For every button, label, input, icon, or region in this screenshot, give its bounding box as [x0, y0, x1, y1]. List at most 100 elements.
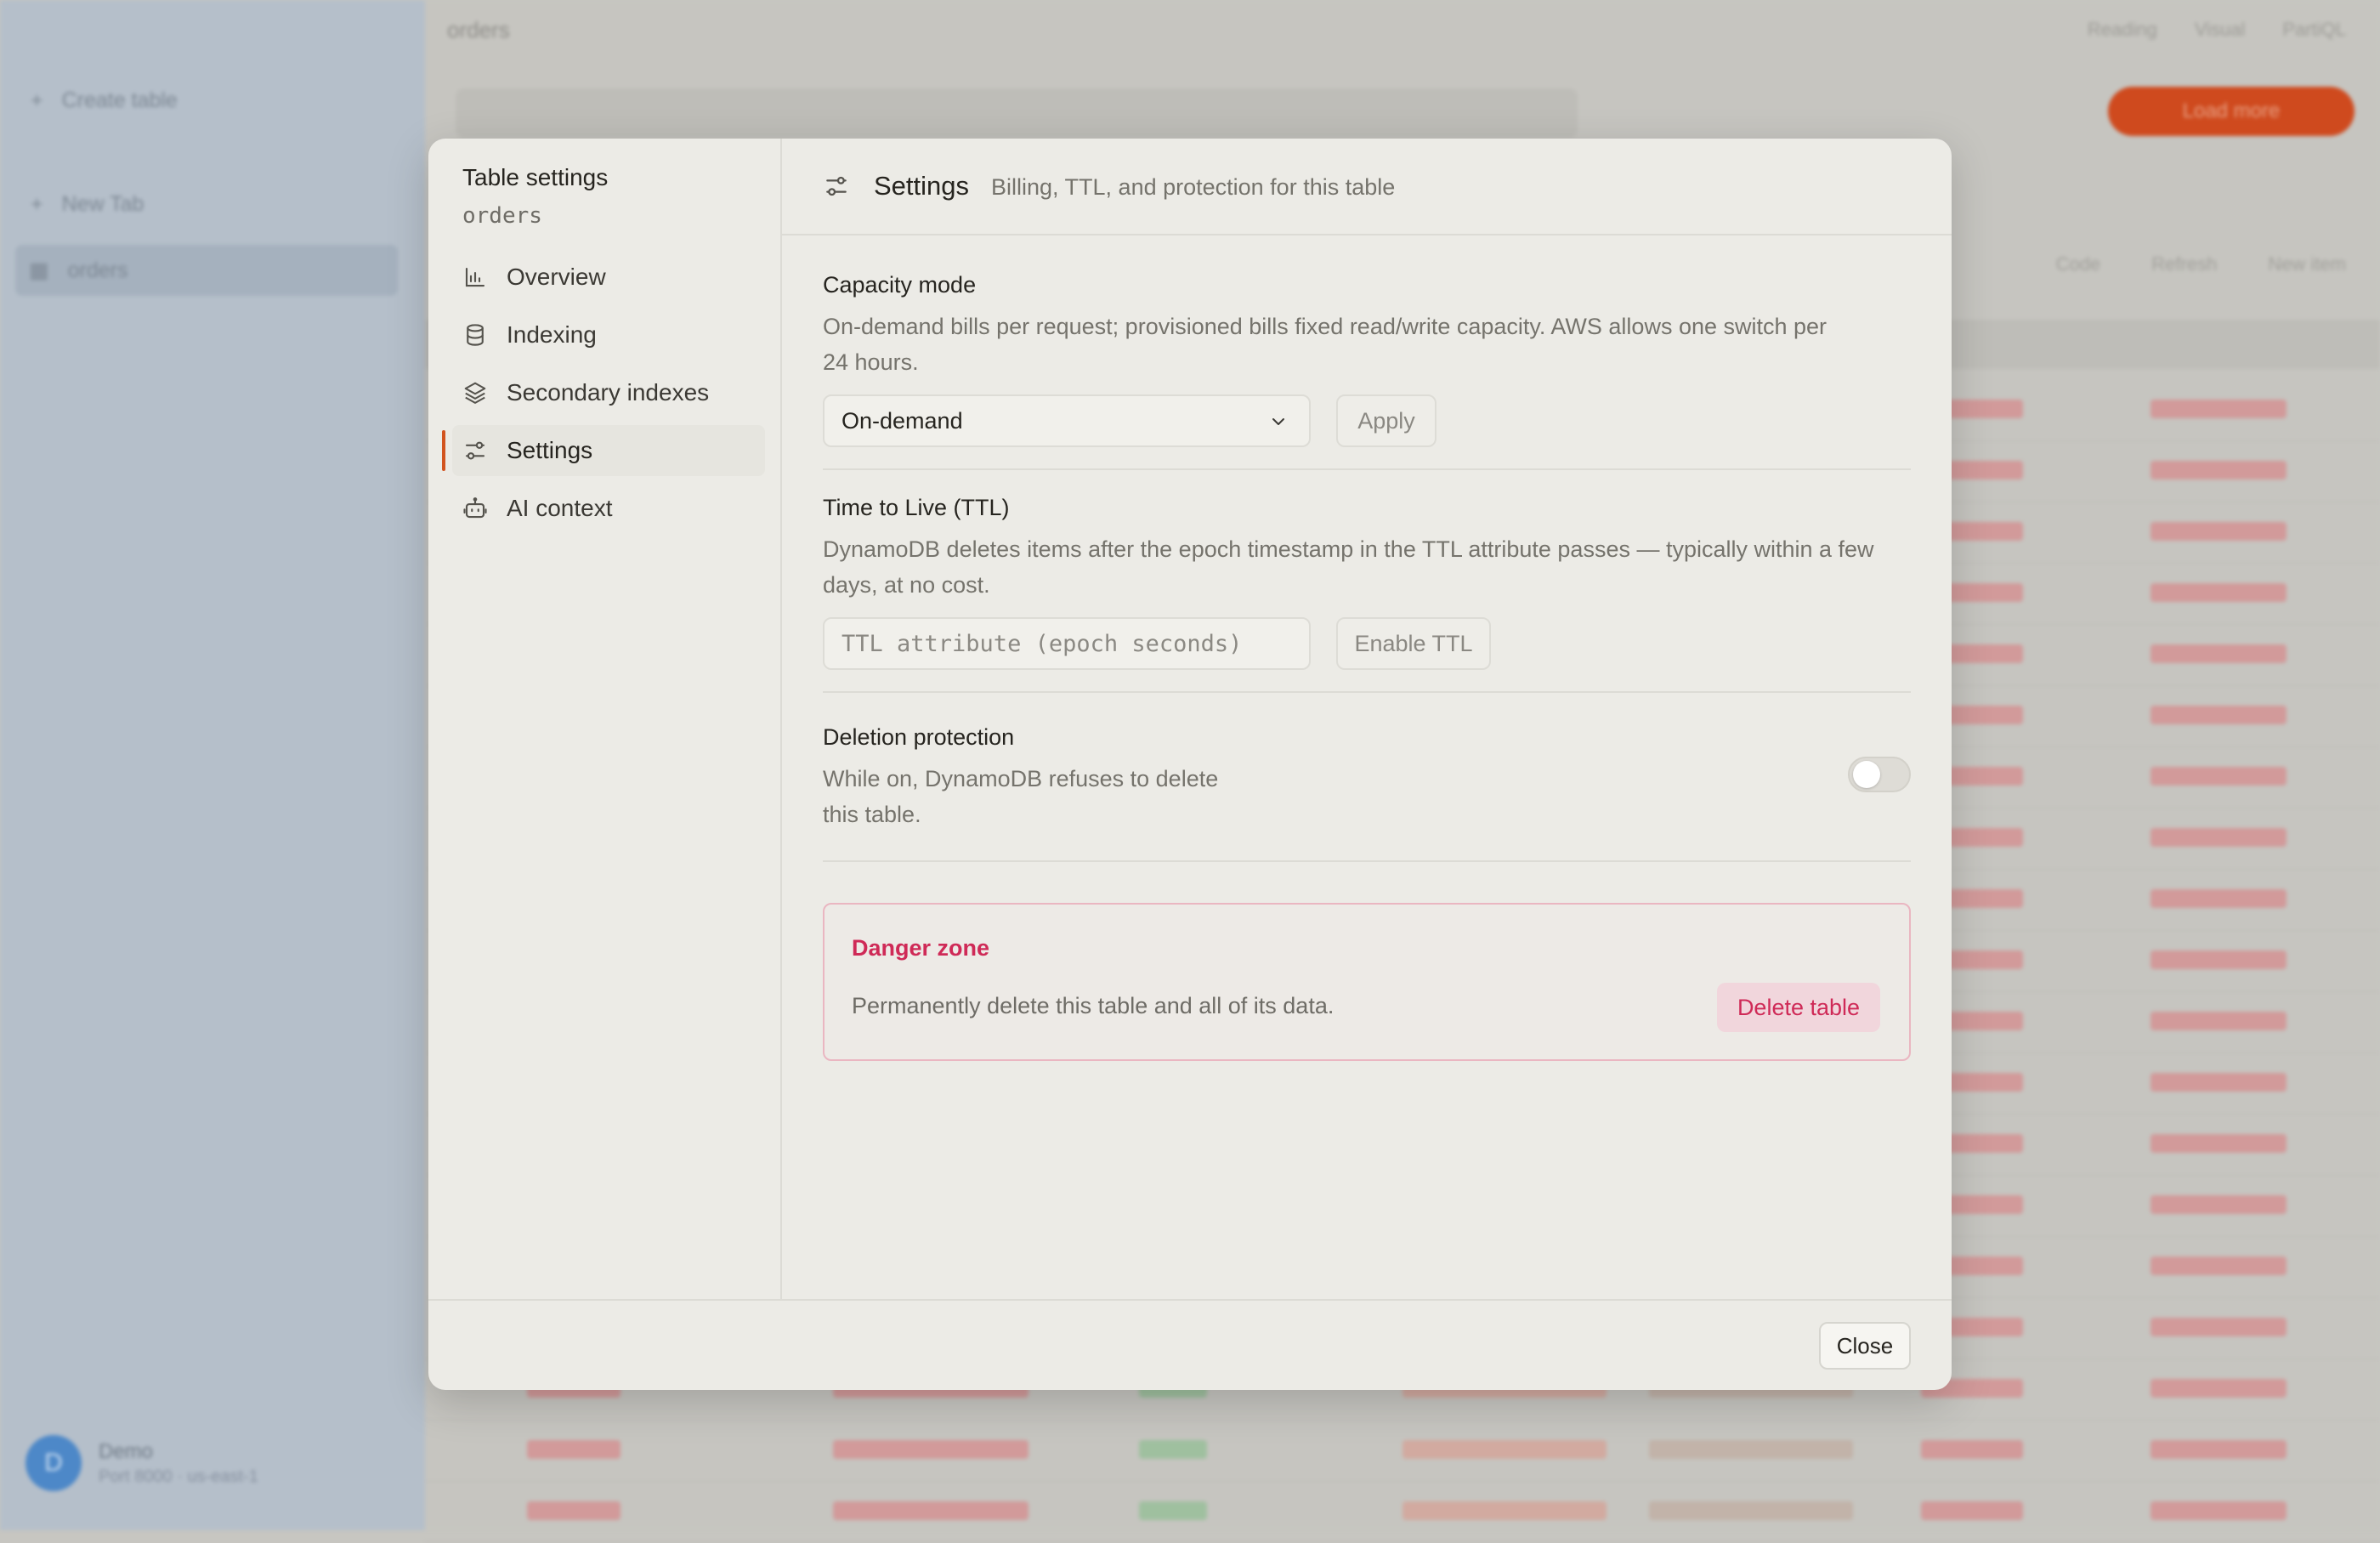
table-cell — [1139, 1440, 1207, 1459]
load-more-button[interactable]: Load more — [2108, 87, 2354, 136]
dialog-sidebar: Table settings orders Overview Indexing … — [428, 139, 782, 1301]
dialog-title: Table settings — [462, 164, 609, 190]
sliders-icon — [462, 438, 488, 463]
refresh-button[interactable]: Refresh — [2151, 253, 2217, 275]
table-cell — [1402, 1501, 1606, 1520]
table-cell — [2150, 583, 2286, 602]
avatar: D — [26, 1435, 82, 1491]
nav-label: Indexing — [507, 321, 597, 348]
sidebar-item-orders[interactable]: ▦ orders — [15, 245, 398, 296]
close-button[interactable]: Close — [1819, 1322, 1911, 1370]
sliders-icon — [823, 173, 850, 200]
table-cell — [1649, 1440, 1853, 1459]
nav-item-ai-context[interactable]: AI context — [452, 483, 765, 534]
capacity-mode-value: On-demand — [842, 407, 963, 434]
table-cell — [2150, 828, 2286, 847]
table-cell — [2150, 1195, 2286, 1214]
table-cell — [2150, 706, 2286, 724]
ttl-label: Time to Live (TTL) — [823, 495, 1010, 520]
table-settings-dialog: Table settings orders Overview Indexing … — [428, 139, 1952, 1390]
deletion-protection-description: While on, DynamoDB refuses to delete thi… — [823, 766, 1219, 827]
ttl-attribute-input[interactable] — [823, 617, 1311, 670]
new-tab-label: New Tab — [61, 192, 144, 216]
deletion-protection-label: Deletion protection — [823, 724, 1015, 750]
danger-zone-description: Permanently delete this table and all of… — [852, 993, 1334, 1018]
dialog-content: Settings Billing, TTL, and protection fo… — [782, 139, 1952, 1301]
divider — [823, 860, 1911, 862]
table-cell — [1921, 1501, 2023, 1520]
table-cell — [2150, 1257, 2286, 1275]
table-row[interactable] — [425, 1420, 2380, 1482]
table-cell — [2150, 1501, 2286, 1520]
capacity-mode-description: On-demand bills per request; provisioned… — [823, 314, 1828, 375]
table-cell — [527, 1440, 620, 1459]
create-table-label: Create table — [61, 88, 178, 112]
table-cell — [1402, 1440, 1606, 1459]
section-title: Settings — [874, 171, 970, 201]
new-item-button[interactable]: New item — [2268, 253, 2346, 275]
table-cell — [1921, 1440, 2023, 1459]
table-cell — [2150, 522, 2286, 541]
dialog-footer: Close — [428, 1299, 1952, 1390]
capacity-mode-label: Capacity mode — [823, 272, 977, 298]
table-cell — [2150, 461, 2286, 479]
nav-item-indexing[interactable]: Indexing — [452, 309, 765, 360]
nav-label: Settings — [507, 437, 593, 463]
code-button[interactable]: Code — [2056, 253, 2101, 275]
nav-label: Secondary indexes — [507, 379, 710, 406]
table-cell — [2150, 1379, 2286, 1398]
layers-icon — [462, 380, 488, 406]
table-cell — [2150, 950, 2286, 969]
capacity-mode-select[interactable]: On-demand — [823, 394, 1311, 447]
table-cell — [2150, 1012, 2286, 1030]
chevron-down-icon — [1268, 411, 1289, 432]
table-cell — [2150, 1134, 2286, 1153]
table-cell — [527, 1501, 620, 1520]
page-title: orders — [447, 17, 510, 43]
nav-label: Overview — [507, 264, 606, 290]
topbar-item-partiql[interactable]: PartiQL — [2282, 19, 2346, 41]
nav-label: AI context — [507, 495, 613, 521]
table-cell — [2150, 400, 2286, 418]
enable-ttl-button[interactable]: Enable TTL — [1336, 617, 1491, 670]
sidebar-item-label: orders — [67, 258, 128, 282]
user-name: Demo — [99, 1439, 154, 1463]
table-icon: ▦ — [29, 258, 49, 282]
table-toolbar: Code Refresh New item — [2056, 253, 2346, 275]
nav-item-overview[interactable]: Overview — [452, 252, 765, 303]
danger-zone-title: Danger zone — [852, 935, 990, 961]
ttl-description: DynamoDB deletes items after the epoch t… — [823, 536, 1874, 598]
nav-item-settings[interactable]: Settings — [442, 425, 765, 476]
deletion-protection-toggle[interactable] — [1848, 757, 1911, 792]
topbar-item-visual[interactable]: Visual — [2195, 19, 2246, 41]
app-sidebar: + Create table + New Tab ▦ orders D Demo… — [0, 0, 425, 1530]
table-cell — [833, 1501, 1028, 1520]
topbar-item-reading[interactable]: Reading — [2088, 19, 2157, 41]
user-connection: Port 8000 · us-east-1 — [99, 1466, 258, 1486]
bar-chart-icon — [462, 264, 488, 290]
table-cell — [2150, 767, 2286, 786]
nav-item-secondary-indexes[interactable]: Secondary indexes — [452, 367, 765, 418]
create-table-button[interactable]: + Create table — [31, 88, 178, 113]
robot-icon — [462, 496, 488, 521]
query-filter-bar[interactable] — [456, 88, 1578, 138]
toggle-knob — [1853, 761, 1880, 788]
table-cell — [2150, 1318, 2286, 1336]
divider — [823, 468, 1911, 470]
table-cell — [1139, 1501, 1207, 1520]
plus-icon: + — [31, 88, 43, 112]
table-cell — [1649, 1501, 1853, 1520]
database-icon — [462, 322, 488, 348]
topbar-actions: Reading Visual PartiQL — [2088, 19, 2346, 41]
user-profile[interactable]: D Demo Port 8000 · us-east-1 — [26, 1435, 258, 1491]
danger-zone: Danger zone Permanently delete this tabl… — [823, 903, 1911, 1061]
apply-capacity-button[interactable]: Apply — [1336, 394, 1436, 447]
table-cell — [2150, 889, 2286, 908]
section-description: Billing, TTL, and protection for this ta… — [991, 174, 1396, 200]
new-tab-button[interactable]: + New Tab — [31, 192, 144, 217]
divider — [823, 691, 1911, 693]
table-cell — [2150, 644, 2286, 663]
table-row[interactable] — [425, 1481, 2380, 1543]
table-cell — [2150, 1440, 2286, 1459]
delete-table-button[interactable]: Delete table — [1717, 983, 1880, 1032]
